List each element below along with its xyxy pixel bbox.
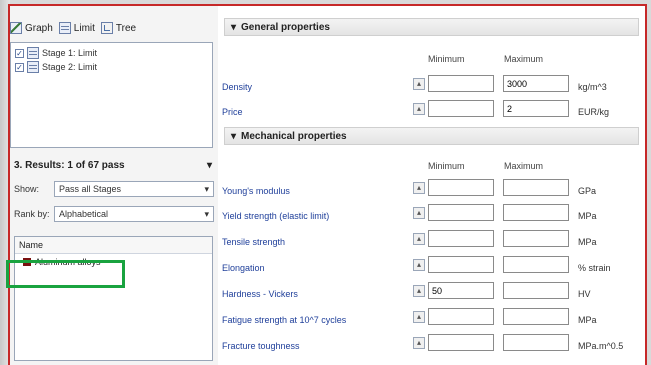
rank-value: Alphabetical: [59, 209, 109, 219]
yield-max-field[interactable]: [503, 204, 569, 221]
limit-icon: [27, 47, 39, 59]
property-label[interactable]: Young's modulus: [222, 186, 290, 196]
property-label[interactable]: Price: [222, 107, 243, 117]
limit-icon: [58, 22, 71, 34]
properties-panel: ▾ General properties Minimum Maximum Den…: [218, 4, 647, 365]
property-label[interactable]: Density: [222, 82, 252, 92]
limit-button[interactable]: Limit: [58, 22, 95, 34]
density-min-field[interactable]: [428, 75, 494, 92]
property-options-icon[interactable]: ▴: [413, 233, 425, 245]
unit-label: MPa: [578, 211, 597, 221]
fracture-max-field[interactable]: [503, 334, 569, 351]
graph-button[interactable]: Graph: [10, 22, 53, 34]
density-max-field[interactable]: [503, 75, 569, 92]
unit-label: % strain: [578, 263, 611, 273]
results-title: 3. Results: 1 of 67 pass: [14, 160, 125, 171]
fatigue-min-field[interactable]: [428, 308, 494, 325]
tree-label: Tree: [115, 22, 137, 34]
property-label[interactable]: Yield strength (elastic limit): [222, 211, 329, 221]
rank-select[interactable]: Alphabetical ▾: [54, 206, 214, 222]
unit-label: MPa.m^0.5: [578, 341, 624, 351]
min-column-header: Minimum: [428, 54, 465, 64]
property-options-icon[interactable]: ▴: [413, 311, 425, 323]
max-column-header: Maximum: [504, 161, 544, 171]
min-column-header: Minimum: [428, 161, 465, 171]
unit-label: GPa: [578, 186, 597, 196]
property-label[interactable]: Fracture toughness: [222, 341, 300, 351]
unit-label: HV: [578, 289, 591, 299]
chevron-down-icon: ▾: [231, 21, 237, 33]
youngs-min-field[interactable]: [428, 179, 494, 196]
name-column-label: Name: [19, 240, 44, 250]
property-label[interactable]: Hardness - Vickers: [222, 289, 298, 299]
tensile-max-field[interactable]: [503, 230, 569, 247]
stage-item[interactable]: ✓ Stage 1: Limit: [15, 46, 208, 60]
unit-label: MPa: [578, 237, 597, 247]
tree-icon: [100, 22, 113, 34]
rank-label: Rank by:: [14, 209, 50, 219]
chevron-down-icon: ▾: [204, 183, 209, 194]
stage-label: Stage 2: Limit: [42, 62, 98, 72]
stage-checkbox[interactable]: ✓: [15, 48, 24, 58]
fatigue-max-field[interactable]: [503, 308, 569, 325]
limit-icon: [27, 61, 39, 73]
general-section-title: General properties: [241, 21, 330, 33]
limit-label: Limit: [73, 22, 95, 34]
max-column-header: Maximum: [504, 54, 544, 64]
show-row: Show: Pass all Stages ▾: [14, 181, 214, 197]
graph-icon: [10, 22, 22, 34]
property-label[interactable]: Fatigue strength at 10^7 cycles: [222, 315, 346, 325]
unit-label: EUR/kg: [578, 107, 610, 117]
property-options-icon[interactable]: ▴: [413, 207, 425, 219]
property-options-icon[interactable]: ▴: [413, 285, 425, 297]
elongation-min-field[interactable]: [428, 256, 494, 273]
view-toolbar: Graph Limit Tree: [10, 18, 136, 38]
general-section-header[interactable]: ▾ General properties: [224, 18, 639, 36]
show-label: Show:: [14, 184, 40, 194]
chevron-down-icon: ▾: [204, 208, 209, 219]
tree-button[interactable]: Tree: [100, 22, 137, 34]
elongation-max-field[interactable]: [503, 256, 569, 273]
hardness-min-field[interactable]: [428, 282, 494, 299]
property-options-icon[interactable]: ▴: [413, 182, 425, 194]
property-options-icon[interactable]: ▴: [413, 337, 425, 349]
property-options-icon[interactable]: ▴: [413, 259, 425, 271]
property-options-icon[interactable]: ▴: [413, 78, 425, 90]
unit-label: MPa: [578, 315, 597, 325]
unit-label: kg/m^3: [578, 82, 607, 92]
stage-checkbox[interactable]: ✓: [15, 62, 24, 72]
results-list: Name Aluminum alloys: [14, 236, 213, 361]
graph-label: Graph: [25, 22, 53, 34]
rank-row: Rank by: Alphabetical ▾: [14, 206, 214, 222]
property-label[interactable]: Tensile strength: [222, 237, 285, 247]
fracture-min-field[interactable]: [428, 334, 494, 351]
highlight-box: [6, 260, 125, 288]
price-max-field[interactable]: [503, 100, 569, 117]
hardness-max-field[interactable]: [503, 282, 569, 299]
stage-label: Stage 1: Limit: [42, 48, 98, 58]
results-header[interactable]: 3. Results: 1 of 67 pass ▾: [14, 160, 212, 171]
property-options-icon[interactable]: ▴: [413, 103, 425, 115]
chevron-down-icon[interactable]: ▾: [207, 160, 212, 171]
show-select[interactable]: Pass all Stages ▾: [54, 181, 214, 197]
chevron-down-icon: ▾: [231, 130, 237, 142]
youngs-max-field[interactable]: [503, 179, 569, 196]
mechanical-section-header[interactable]: ▾ Mechanical properties: [224, 127, 639, 145]
yield-min-field[interactable]: [428, 204, 494, 221]
tensile-min-field[interactable]: [428, 230, 494, 247]
name-column-header[interactable]: Name: [15, 237, 212, 254]
property-label[interactable]: Elongation: [222, 263, 265, 273]
show-value: Pass all Stages: [59, 184, 122, 194]
stages-list: ✓ Stage 1: Limit ✓ Stage 2: Limit: [10, 42, 213, 148]
price-min-field[interactable]: [428, 100, 494, 117]
stage-item[interactable]: ✓ Stage 2: Limit: [15, 60, 208, 74]
mechanical-section-title: Mechanical properties: [241, 130, 347, 142]
